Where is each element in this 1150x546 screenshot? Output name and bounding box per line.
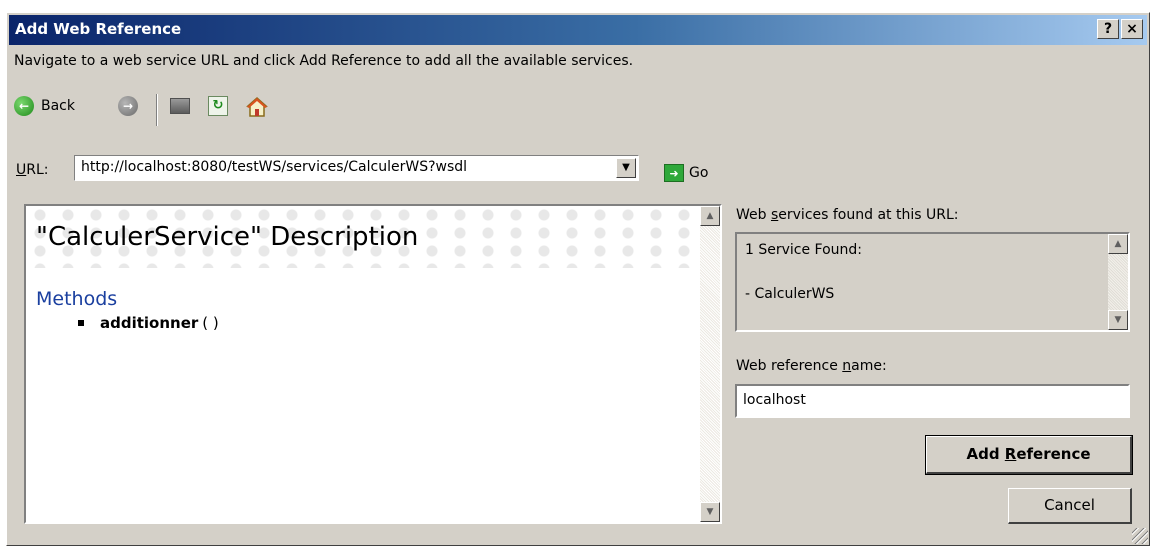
cancel-button[interactable]: Cancel: [1008, 488, 1132, 524]
instructions-text: Navigate to a web service URL and click …: [14, 53, 634, 69]
service-description-pane[interactable]: "CalculerService" Description Methods ad…: [24, 204, 722, 524]
back-button[interactable]: ← Back: [14, 96, 75, 116]
services-scrollbar[interactable]: ▲ ▼: [1108, 234, 1128, 330]
pane-scrollbar[interactable]: ▲ ▼: [700, 206, 720, 522]
services-found-box[interactable]: 1 Service Found: - CalculerWS ▲ ▼: [735, 232, 1130, 332]
add-reference-button[interactable]: Add Reference: [925, 435, 1133, 475]
url-value: http://localhost:8080/testWS/services/Ca…: [81, 159, 468, 175]
bullet-icon: [78, 320, 84, 326]
scroll-down-icon[interactable]: ▼: [1108, 310, 1128, 330]
title-bar[interactable]: Add Web Reference ? ×: [9, 15, 1147, 45]
dialog-title: Add Web Reference: [15, 20, 182, 38]
chevron-down-icon[interactable]: ▼: [616, 158, 636, 178]
stop-icon[interactable]: [170, 98, 190, 114]
scroll-up-icon[interactable]: ▲: [1108, 234, 1128, 254]
home-icon[interactable]: [246, 96, 268, 122]
reference-name-input[interactable]: localhost: [735, 384, 1130, 418]
forward-button[interactable]: →: [118, 96, 138, 116]
url-combobox[interactable]: http://localhost:8080/testWS/services/Ca…: [74, 155, 639, 181]
method-name[interactable]: additionner: [100, 314, 198, 332]
go-button[interactable]: ➜ Go: [664, 164, 708, 182]
help-button[interactable]: ?: [1097, 19, 1119, 39]
close-button[interactable]: ×: [1121, 19, 1143, 39]
forward-arrow-icon: →: [118, 96, 138, 116]
method-args: ( ): [202, 314, 219, 332]
services-found-label: Web services found at this URL:: [736, 207, 959, 223]
methods-heading: Methods: [36, 288, 118, 310]
go-arrow-icon: ➜: [664, 164, 684, 182]
reference-name-label: Web reference name:: [736, 358, 887, 374]
method-item[interactable]: additionner ( ): [78, 314, 219, 332]
scroll-up-icon[interactable]: ▲: [700, 206, 720, 226]
toolbar-separator: [156, 94, 158, 126]
service-count-text: 1 Service Found:: [745, 242, 863, 258]
service-heading: "CalculerService" Description: [36, 222, 419, 252]
back-label: Back: [41, 98, 75, 114]
back-arrow-icon: ←: [14, 96, 34, 116]
go-label: Go: [689, 165, 709, 181]
service-name-text: - CalculerWS: [745, 286, 835, 302]
resize-grip-icon[interactable]: [1132, 528, 1148, 544]
url-label: URL:: [16, 162, 49, 178]
scroll-down-icon[interactable]: ▼: [700, 502, 720, 522]
refresh-icon[interactable]: ↻: [208, 96, 228, 116]
